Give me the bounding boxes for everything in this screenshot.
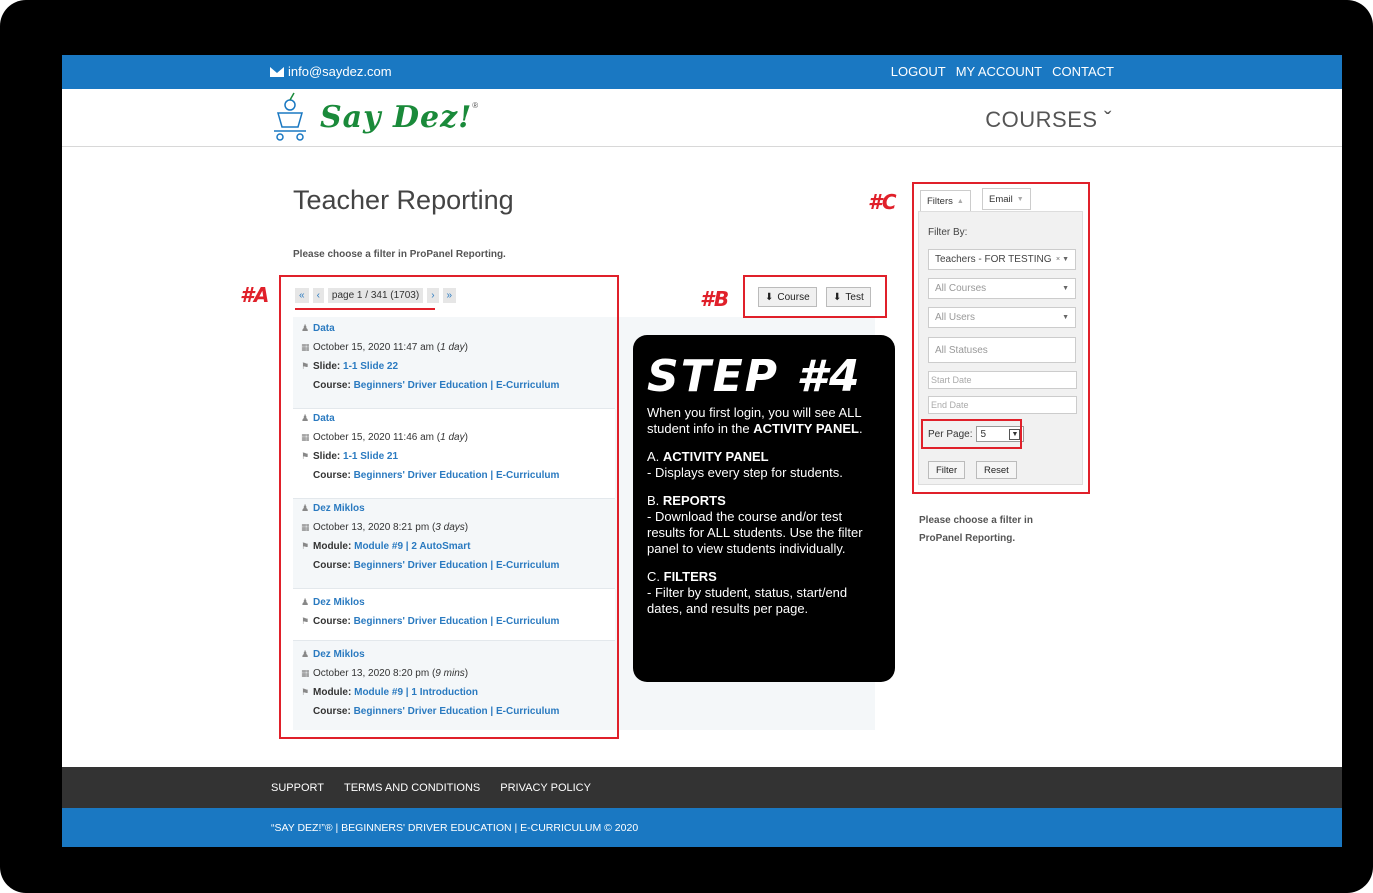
step-4-callout: STEP #4 When you first login, you will s… — [633, 335, 895, 682]
privacy-link[interactable]: PRIVACY POLICY — [500, 782, 591, 794]
step-heading: STEP #4 — [647, 351, 862, 402]
contact-link[interactable]: CONTACT — [1052, 64, 1114, 79]
marker-b: #B — [700, 287, 730, 311]
site-header: Say Dez! ® COURSES ˇ — [62, 89, 1342, 147]
download-icon: ⬇ — [765, 291, 774, 303]
mascot-logo-icon — [274, 92, 306, 141]
marker-c: #C — [868, 190, 897, 214]
filter-note: Please choose a filter in ProPanel Repor… — [919, 515, 1033, 544]
step-section-c: C. FILTERS - Filter by student, status, … — [647, 569, 848, 616]
browser-viewport: info@saydez.com LOGOUT MY ACCOUNT CONTAC… — [62, 55, 1342, 847]
step-section-a: A. ACTIVITY PANEL - Displays every step … — [647, 449, 843, 480]
top-bar: info@saydez.com LOGOUT MY ACCOUNT CONTAC… — [62, 55, 1342, 89]
envelope-icon — [270, 66, 284, 77]
download-course-button[interactable]: ⬇ Course — [758, 287, 817, 307]
marker-a: #A — [240, 283, 270, 307]
site-logo[interactable]: Say Dez! ® — [268, 91, 478, 143]
email-link[interactable]: info@saydez.com — [270, 64, 392, 79]
terms-link[interactable]: TERMS AND CONDITIONS — [344, 782, 480, 794]
top-links: LOGOUT MY ACCOUNT CONTACT — [891, 64, 1114, 79]
copyright-text: “SAY DEZ!”® | BEGINNERS' DRIVER EDUCATIO… — [271, 822, 639, 834]
support-link[interactable]: SUPPORT — [271, 782, 324, 794]
footer-copyright-bar: “SAY DEZ!”® | BEGINNERS' DRIVER EDUCATIO… — [62, 808, 1342, 847]
footer-links-bar: SUPPORT TERMS AND CONDITIONS PRIVACY POL… — [62, 767, 1342, 808]
page-subtitle: Please choose a filter in ProPanel Repor… — [293, 249, 506, 260]
download-icon: ⬇ — [833, 291, 842, 303]
my-account-link[interactable]: MY ACCOUNT — [956, 64, 1042, 79]
download-test-button[interactable]: ⬇ Test — [826, 287, 871, 307]
filters-highlight — [912, 182, 1090, 494]
page-title: Teacher Reporting — [293, 185, 514, 215]
courses-menu[interactable]: COURSES ˇ — [985, 107, 1112, 133]
activity-panel-highlight — [279, 275, 619, 739]
step-intro: When you first login, you will see ALL s… — [647, 405, 863, 436]
step-section-b: B. REPORTS - Download the course and/or … — [647, 493, 863, 556]
logout-link[interactable]: LOGOUT — [891, 64, 946, 79]
